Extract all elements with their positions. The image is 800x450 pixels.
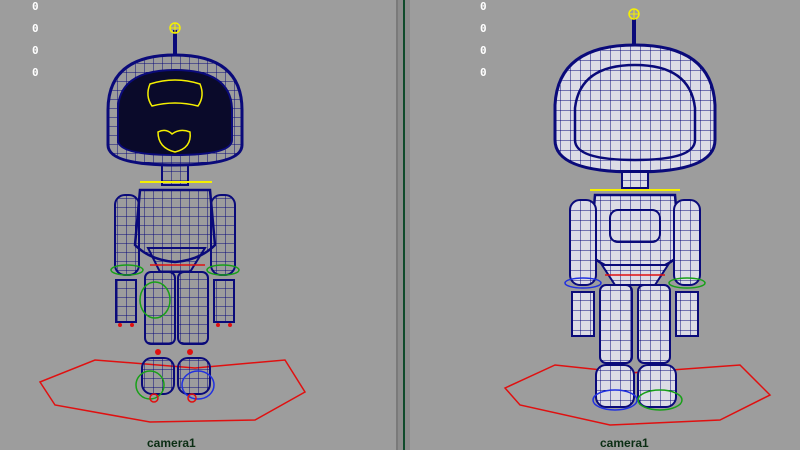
robot-torso — [588, 193, 682, 276]
leg-right — [637, 284, 671, 364]
foot-right — [637, 364, 677, 408]
arm-left — [569, 199, 597, 286]
foot-left — [141, 357, 175, 395]
hand-left — [115, 279, 137, 323]
hand-right — [675, 291, 699, 337]
face-screen — [117, 68, 233, 157]
hand-right — [213, 279, 235, 323]
viewport-divider[interactable] — [396, 0, 410, 450]
camera-label: camera1 — [147, 436, 196, 450]
arm-left — [114, 194, 140, 276]
camera-label: camera1 — [600, 436, 649, 450]
foot-left — [595, 364, 635, 408]
leg-right — [177, 271, 209, 345]
robot-model-wireframe[interactable] — [410, 0, 800, 450]
leg-left — [599, 284, 633, 364]
viewport-left[interactable]: 0 0 0 0 camera1 — [0, 0, 396, 450]
arm-right — [210, 194, 236, 276]
arm-right — [673, 199, 701, 286]
hand-left — [571, 291, 595, 337]
viewport-right[interactable]: 0 0 0 0 camera1 — [410, 0, 800, 450]
robot-model-wireframe[interactable] — [0, 0, 396, 450]
